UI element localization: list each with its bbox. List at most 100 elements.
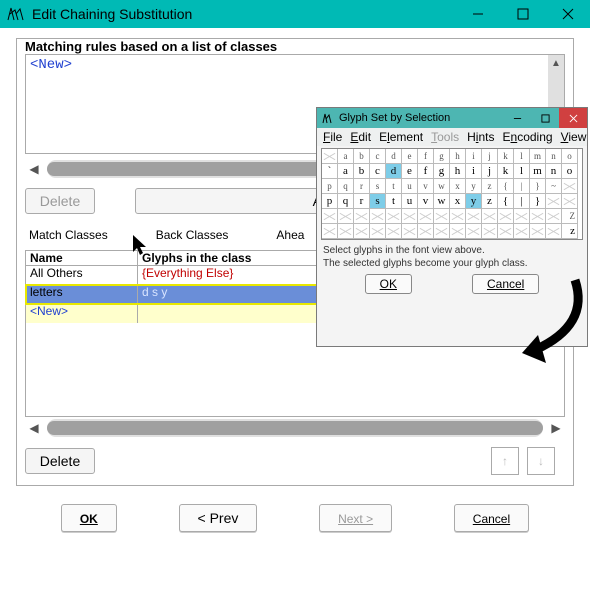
glyph-cell[interactable]: w <box>434 194 450 209</box>
glyph-cell: j <box>482 149 498 164</box>
close-button[interactable] <box>545 0 590 28</box>
glyph-cell[interactable] <box>354 224 370 239</box>
glyph-cell[interactable]: f <box>418 164 434 179</box>
hscroll-right-icon[interactable]: ▶ <box>547 419 565 437</box>
glyph-cancel-button[interactable]: Cancel <box>472 274 539 294</box>
cancel-button[interactable]: Cancel <box>454 504 529 532</box>
glyph-cell: n <box>546 149 562 164</box>
glyph-cell[interactable]: y <box>466 194 482 209</box>
glyph-cell <box>466 209 482 224</box>
glyph-cell[interactable] <box>402 224 418 239</box>
delete-rule-button[interactable]: Delete <box>25 188 95 214</box>
class-name-cell: letters <box>26 285 138 304</box>
titlebar[interactable]: Edit Chaining Substitution <box>0 0 590 28</box>
app-icon <box>6 4 26 24</box>
glyph-cell[interactable]: b <box>354 164 370 179</box>
glyph-cell[interactable] <box>562 194 578 209</box>
glyph-cell: p <box>322 179 338 194</box>
glyph-cell[interactable]: p <box>322 194 338 209</box>
menu-encoding[interactable]: Encoding <box>502 130 552 144</box>
next-button[interactable]: Next > <box>319 504 392 532</box>
glyph-cell[interactable] <box>450 224 466 239</box>
move-down-button[interactable]: ↓ <box>527 447 555 475</box>
glyph-cell <box>546 209 562 224</box>
menu-edit[interactable]: Edit <box>350 130 371 144</box>
glyph-cell[interactable] <box>546 224 562 239</box>
tab-ahead-classes[interactable]: Ahea <box>272 226 308 244</box>
ok-button[interactable]: OK <box>61 504 117 532</box>
hscroll-left-icon[interactable]: ◀ <box>25 160 43 178</box>
glyph-cell: e <box>402 149 418 164</box>
glyph-cell[interactable]: q <box>338 194 354 209</box>
glyph-cell[interactable]: h <box>450 164 466 179</box>
glyph-cell[interactable]: x <box>450 194 466 209</box>
close-button[interactable] <box>559 108 587 128</box>
glyph-cell[interactable]: { <box>498 194 514 209</box>
glyph-cell: Z <box>562 209 578 224</box>
glyph-cell[interactable]: z <box>482 194 498 209</box>
delete-class-button[interactable]: Delete <box>25 448 95 474</box>
glyph-cell[interactable]: e <box>402 164 418 179</box>
glyph-cell[interactable] <box>514 224 530 239</box>
glyph-font-view[interactable]: abcdefghijklmno`abcdefghijklmnopqrstuvwx… <box>321 148 583 240</box>
rules-new-placeholder[interactable]: <New> <box>26 55 564 75</box>
glyph-cell: g <box>434 149 450 164</box>
glyph-cell <box>418 209 434 224</box>
glyph-cell[interactable] <box>370 224 386 239</box>
minimize-button[interactable] <box>455 0 500 28</box>
glyph-cell[interactable]: z <box>562 224 578 239</box>
menu-view[interactable]: View <box>561 130 587 144</box>
glyph-cell[interactable]: d <box>386 164 402 179</box>
menu-file[interactable]: File <box>323 130 342 144</box>
scroll-up-icon[interactable]: ▲ <box>548 55 564 71</box>
rules-group-label: Matching rules based on a list of classe… <box>23 39 279 54</box>
glyph-cell[interactable]: r <box>354 194 370 209</box>
menu-element[interactable]: Element <box>379 130 423 144</box>
glyph-cell[interactable]: | <box>514 194 530 209</box>
glyph-titlebar[interactable]: Glyph Set by Selection <box>317 108 587 128</box>
glyph-cell[interactable]: m <box>530 164 546 179</box>
hscroll-left-icon[interactable]: ◀ <box>25 419 43 437</box>
glyph-cell[interactable]: g <box>434 164 450 179</box>
glyph-cell[interactable] <box>386 224 402 239</box>
prev-button[interactable]: < Prev <box>179 504 258 532</box>
maximize-button[interactable] <box>531 108 559 128</box>
glyph-ok-button[interactable]: OK <box>365 274 412 294</box>
glyph-cell[interactable]: t <box>386 194 402 209</box>
glyph-cell[interactable] <box>546 194 562 209</box>
glyph-cell[interactable]: } <box>530 194 546 209</box>
glyph-cell[interactable]: l <box>514 164 530 179</box>
tab-match-classes[interactable]: Match Classes <box>25 226 112 244</box>
glyph-cell[interactable]: v <box>418 194 434 209</box>
glyph-cell <box>434 209 450 224</box>
glyph-cell[interactable] <box>498 224 514 239</box>
class-hscrollbar[interactable] <box>47 419 543 437</box>
tab-back-classes[interactable]: Back Classes <box>152 226 233 244</box>
glyph-cell[interactable] <box>418 224 434 239</box>
glyph-cell: w <box>434 179 450 194</box>
glyph-cell[interactable] <box>530 224 546 239</box>
glyph-cell[interactable] <box>322 224 338 239</box>
glyph-cell[interactable] <box>482 224 498 239</box>
glyph-cell[interactable]: c <box>370 164 386 179</box>
glyph-cell[interactable] <box>338 224 354 239</box>
glyph-cell[interactable] <box>466 224 482 239</box>
glyph-cell[interactable]: a <box>338 164 354 179</box>
glyph-hint-2: The selected glyphs become your glyph cl… <box>317 257 587 270</box>
glyph-cell[interactable]: s <box>370 194 386 209</box>
glyph-cell <box>562 179 578 194</box>
glyph-cell[interactable]: i <box>466 164 482 179</box>
menu-hints[interactable]: Hints <box>467 130 494 144</box>
maximize-button[interactable] <box>500 0 545 28</box>
glyph-cell[interactable]: k <box>498 164 514 179</box>
glyph-cell[interactable]: u <box>402 194 418 209</box>
move-up-button[interactable]: ↑ <box>491 447 519 475</box>
glyph-cell[interactable] <box>434 224 450 239</box>
glyph-cell[interactable]: o <box>562 164 578 179</box>
menu-tools[interactable]: Tools <box>431 130 459 144</box>
minimize-button[interactable] <box>503 108 531 128</box>
glyph-cell: ~ <box>546 179 562 194</box>
glyph-cell[interactable]: n <box>546 164 562 179</box>
glyph-cell[interactable]: ` <box>322 164 338 179</box>
glyph-cell[interactable]: j <box>482 164 498 179</box>
